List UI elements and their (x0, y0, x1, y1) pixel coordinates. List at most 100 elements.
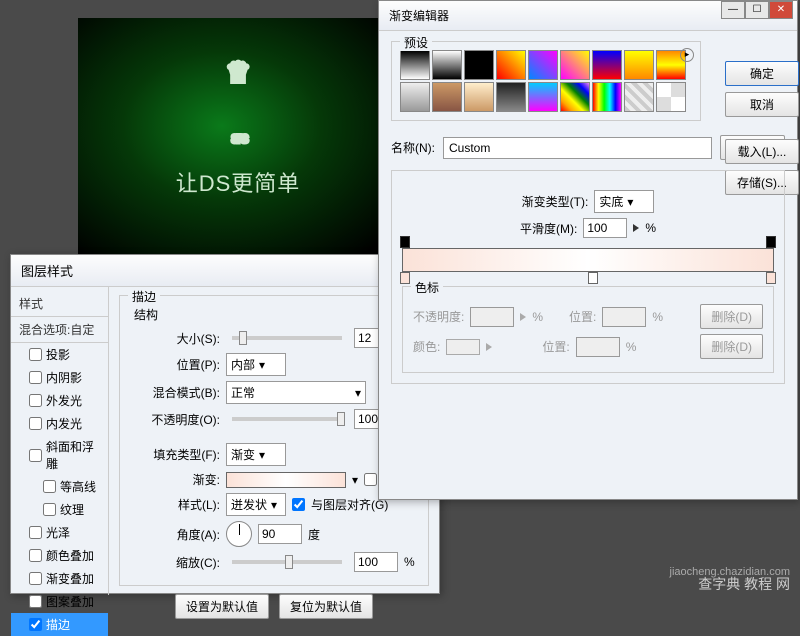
style-item-内发光[interactable]: 内发光 (11, 412, 108, 435)
opacity-stop-right[interactable] (766, 236, 776, 248)
delete-color-stop-button[interactable]: 删除(D) (700, 334, 763, 359)
style-item-描边[interactable]: 描边 (11, 613, 108, 636)
style-item-label: 外发光 (46, 392, 82, 409)
set-default-button[interactable]: 设置为默认值 (175, 594, 269, 619)
style-item-label: 描边 (46, 616, 70, 633)
stop-color-label: 颜色: (413, 338, 440, 355)
close-button[interactable]: ✕ (769, 1, 793, 19)
style-item-斜面和浮雕[interactable]: 斜面和浮雕 (11, 435, 108, 475)
gradient-swatch-5[interactable] (560, 50, 590, 80)
align-label: 与图层对齐(G) (311, 496, 388, 513)
name-input[interactable] (443, 137, 712, 159)
style-checkbox[interactable] (43, 503, 56, 516)
style-checkbox[interactable] (29, 595, 42, 608)
delete-opacity-stop-button[interactable]: 删除(D) (700, 304, 763, 329)
load-button[interactable]: 载入(L)... (725, 139, 799, 164)
style-item-label: 光泽 (46, 524, 70, 541)
gradient-type-label: 渐变类型(T): (522, 193, 589, 210)
ok-button[interactable]: 确定 (725, 61, 799, 86)
opacity-slider[interactable] (232, 417, 342, 421)
style-checkbox[interactable] (29, 549, 42, 562)
smoothness-input[interactable] (583, 218, 627, 238)
scale-slider[interactable] (232, 560, 342, 564)
gradient-swatch-17[interactable] (656, 82, 686, 112)
opacity-label: 不透明度(O): (128, 411, 220, 428)
style-checkbox[interactable] (29, 417, 42, 430)
gradient-swatch-11[interactable] (464, 82, 494, 112)
style-checkbox[interactable] (43, 480, 56, 493)
position-select[interactable]: 内部 ▾ (226, 353, 286, 376)
style-item-内阴影[interactable]: 内阴影 (11, 366, 108, 389)
style-item-纹理[interactable]: 纹理 (11, 498, 108, 521)
gradient-swatch-16[interactable] (624, 82, 654, 112)
gradient-swatch-3[interactable] (496, 50, 526, 80)
gradient-swatch-12[interactable] (496, 82, 526, 112)
gradient-swatch-6[interactable] (592, 50, 622, 80)
gradient-swatch-0[interactable] (400, 50, 430, 80)
style-checkbox[interactable] (29, 449, 42, 462)
dropdown-icon (520, 313, 526, 321)
style-checkbox[interactable] (29, 371, 42, 384)
dropdown-icon (486, 343, 492, 351)
gradient-label: 渐变: (128, 471, 220, 488)
watermark-site: 查字典 教程 网 (698, 574, 790, 594)
stop-color-swatch[interactable] (446, 339, 480, 355)
gradient-editor-title: 渐变编辑器 — ☐ ✕ (379, 1, 797, 31)
gradient-swatch-2[interactable] (464, 50, 494, 80)
align-checkbox[interactable] (292, 498, 305, 511)
percent-label: % (404, 555, 415, 569)
presets-menu-button[interactable]: ▸ (680, 48, 694, 62)
style-item-外发光[interactable]: 外发光 (11, 389, 108, 412)
minimize-button[interactable]: — (721, 1, 745, 19)
style-checkbox[interactable] (29, 526, 42, 539)
angle-dial[interactable] (226, 521, 252, 547)
smoothness-dropdown-icon[interactable] (633, 224, 639, 232)
layer-style-dialog: 图层样式 样式 混合选项:自定 投影内阴影外发光内发光斜面和浮雕等高线纹理光泽颜… (10, 254, 440, 594)
blend-mode-select[interactable]: 正常 ▾ (226, 381, 366, 404)
style-select[interactable]: 迸发状 ▾ (226, 493, 286, 516)
color-stop-right[interactable] (766, 272, 776, 284)
gradient-swatch-4[interactable] (528, 50, 558, 80)
gradient-swatch-1[interactable] (432, 50, 462, 80)
style-item-label: 等高线 (60, 478, 96, 495)
color-location-label: 位置: (542, 338, 569, 355)
cancel-button[interactable]: 取消 (725, 92, 799, 117)
style-item-投影[interactable]: 投影 (11, 343, 108, 366)
reset-default-button[interactable]: 复位为默认值 (279, 594, 373, 619)
degree-label: 度 (308, 526, 320, 543)
style-item-渐变叠加[interactable]: 渐变叠加 (11, 567, 108, 590)
opacity-stop-left[interactable] (400, 236, 410, 248)
style-item-图案叠加[interactable]: 图案叠加 (11, 590, 108, 613)
styles-header: 样式 (11, 291, 108, 316)
size-slider[interactable] (232, 336, 342, 340)
style-checkbox[interactable] (29, 348, 42, 361)
color-stop-left[interactable] (400, 272, 410, 284)
gradient-swatch-10[interactable] (432, 82, 462, 112)
reverse-checkbox[interactable] (364, 473, 377, 486)
style-checkbox[interactable] (29, 618, 42, 631)
style-item-光泽[interactable]: 光泽 (11, 521, 108, 544)
angle-label: 角度(A): (128, 526, 220, 543)
gradient-swatch-15[interactable] (592, 82, 622, 112)
style-item-等高线[interactable]: 等高线 (11, 475, 108, 498)
angle-input[interactable] (258, 524, 302, 544)
gradient-swatch-7[interactable] (624, 50, 654, 80)
style-item-label: 内阴影 (46, 369, 82, 386)
gradient-preview[interactable] (226, 472, 346, 488)
fill-type-select[interactable]: 渐变 ▾ (226, 443, 286, 466)
style-label: 样式(L): (128, 496, 220, 513)
gradient-swatch-13[interactable] (528, 82, 558, 112)
scale-input[interactable] (354, 552, 398, 572)
style-item-label: 渐变叠加 (46, 570, 94, 587)
gradient-swatch-14[interactable] (560, 82, 590, 112)
style-checkbox[interactable] (29, 394, 42, 407)
color-stop-mid[interactable] (588, 272, 598, 284)
style-checkbox[interactable] (29, 572, 42, 585)
maximize-button[interactable]: ☐ (745, 1, 769, 19)
stop-location-label: 位置: (569, 308, 596, 325)
blend-options-item[interactable]: 混合选项:自定 (11, 316, 108, 343)
style-item-颜色叠加[interactable]: 颜色叠加 (11, 544, 108, 567)
gradient-swatch-9[interactable] (400, 82, 430, 112)
gradient-bar[interactable] (402, 248, 774, 272)
gradient-type-select[interactable]: 实底 ▾ (594, 190, 654, 213)
